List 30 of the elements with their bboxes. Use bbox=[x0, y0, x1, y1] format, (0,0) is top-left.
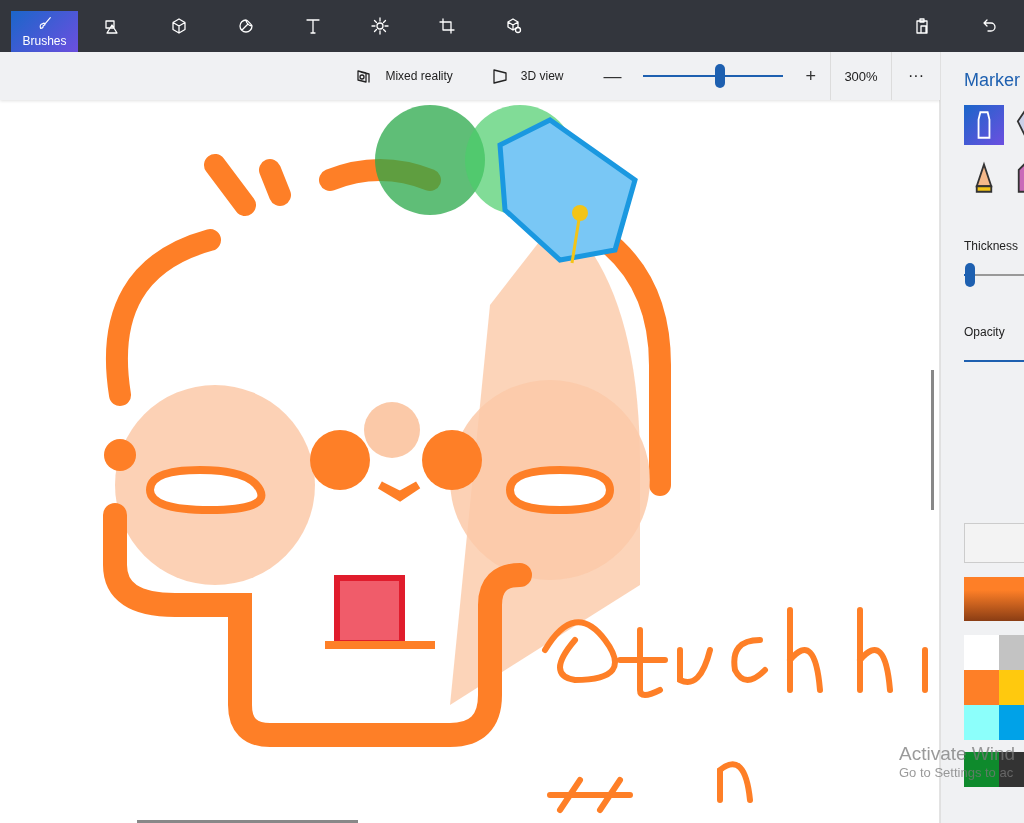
undo-icon bbox=[981, 17, 999, 35]
horizontal-scrollbar[interactable] bbox=[137, 820, 358, 823]
clipboard-icon bbox=[913, 17, 931, 35]
zoom-slider-thumb[interactable] bbox=[715, 64, 726, 88]
color-swatch[interactable] bbox=[964, 705, 999, 740]
activation-title: Activate Wind bbox=[899, 743, 1016, 765]
color-swatch[interactable] bbox=[999, 670, 1024, 705]
opacity-label: Opacity bbox=[964, 325, 1006, 339]
mixed-reality-button[interactable]: Mixed reality bbox=[343, 67, 465, 85]
3d-view-button[interactable]: 3D view bbox=[478, 67, 576, 85]
color-swatch[interactable] bbox=[964, 670, 999, 705]
panel-title: Marker bbox=[964, 70, 1021, 91]
marker-brush-button[interactable] bbox=[964, 105, 1004, 145]
color-swatch[interactable] bbox=[999, 705, 1024, 740]
color-swatch[interactable] bbox=[964, 635, 999, 670]
vertical-scrollbar[interactable] bbox=[931, 370, 934, 510]
cube-icon bbox=[169, 17, 188, 35]
zoom-out-button[interactable]: — bbox=[593, 65, 632, 87]
cube-search-icon bbox=[504, 17, 523, 35]
thickness-slider-thumb[interactable] bbox=[964, 263, 975, 287]
sun-icon bbox=[370, 17, 389, 35]
brushes-tool-button[interactable]: Brushes bbox=[11, 11, 78, 52]
view-3d-icon bbox=[490, 67, 509, 85]
zoom-in-button[interactable]: + bbox=[795, 65, 826, 87]
more-button[interactable]: ··· bbox=[892, 67, 940, 85]
thickness-label: Thickness bbox=[964, 239, 1020, 253]
sticker-icon bbox=[236, 17, 255, 35]
color-swatch[interactable] bbox=[999, 635, 1024, 670]
custom-color-button[interactable] bbox=[964, 523, 1024, 563]
crop-icon bbox=[437, 17, 456, 35]
